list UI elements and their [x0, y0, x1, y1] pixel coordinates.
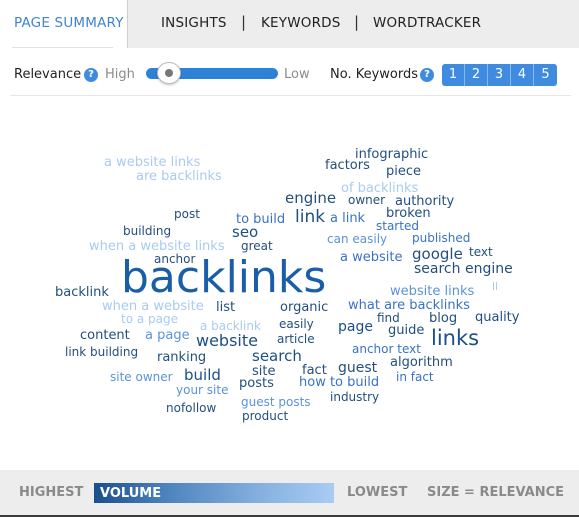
keywords-label: No. Keywords — [330, 67, 419, 82]
keyword-count-5-button[interactable]: 5 — [534, 64, 557, 86]
color-legend: HIGHEST VOLUME LOWEST SIZE = RELEVANCE — [0, 470, 579, 517]
cloud-word[interactable]: product — [242, 410, 288, 422]
cloud-word[interactable]: text — [469, 246, 493, 258]
tab-insights[interactable]: INSIGHTS — [161, 15, 227, 31]
cloud-word[interactable]: easily — [279, 318, 314, 330]
cloud-word[interactable]: can easily — [327, 233, 387, 245]
legend-size-note: SIZE = RELEVANCE — [427, 485, 565, 500]
cloud-word[interactable]: a page — [145, 329, 190, 342]
keyword-count-1-button[interactable]: 1 — [442, 64, 465, 86]
tab-wordtracker[interactable]: WORDTRACKER — [373, 15, 481, 31]
cloud-word[interactable]: guest posts — [241, 396, 311, 408]
cloud-word[interactable]: build — [184, 368, 221, 383]
cloud-word[interactable]: list — [216, 301, 235, 314]
keyword-count-4-button[interactable]: 4 — [511, 64, 534, 86]
keyword-count-3-button[interactable]: 3 — [488, 64, 511, 86]
cloud-word[interactable]: link — [295, 209, 325, 226]
cloud-word[interactable]: building — [123, 225, 171, 237]
cloud-word[interactable]: a link — [330, 212, 365, 225]
relevance-slider-handle[interactable] — [156, 62, 181, 84]
cloud-word[interactable]: anchor text — [352, 343, 421, 355]
cloud-word[interactable]: to a page — [121, 313, 178, 325]
cloud-word[interactable]: guest — [338, 361, 377, 375]
cloud-word[interactable]: organic — [280, 301, 328, 314]
controls-bar: Relevance ? High Low No. Keywords ? 1 2 … — [0, 48, 579, 96]
cloud-word[interactable]: how to build — [299, 376, 379, 389]
tab-separator: | — [241, 13, 247, 31]
high-label: High — [105, 67, 135, 82]
cloud-word[interactable]: published — [412, 232, 470, 244]
cloud-word[interactable]: great — [241, 240, 273, 252]
cloud-word[interactable]: site owner — [110, 371, 173, 383]
cloud-word[interactable]: ll — [492, 281, 498, 292]
cloud-word[interactable]: link building — [65, 346, 138, 358]
cloud-word[interactable]: links — [431, 328, 479, 349]
cloud-word[interactable]: google — [412, 247, 463, 262]
cloud-word[interactable]: seo — [232, 225, 258, 240]
cloud-word[interactable]: a website — [340, 251, 402, 264]
keyword-count-2-button[interactable]: 2 — [465, 64, 488, 86]
legend-lowest: LOWEST — [347, 485, 408, 500]
cloud-word[interactable]: quality — [475, 311, 519, 324]
cloud-word-main[interactable]: backlinks — [121, 256, 326, 300]
word-cloud: infographic a website links factors piec… — [0, 96, 579, 470]
relevance-help-icon[interactable]: ? — [84, 68, 98, 82]
volume-gradient-bar: VOLUME — [94, 483, 334, 503]
relevance-label: Relevance — [14, 67, 82, 82]
cloud-word[interactable]: website links — [390, 285, 474, 298]
legend-highest: HIGHEST — [19, 485, 84, 500]
cloud-word[interactable]: content — [80, 329, 130, 342]
cloud-word[interactable]: factors — [325, 159, 370, 172]
legend-volume: VOLUME — [100, 486, 162, 501]
cloud-word[interactable]: guide — [388, 324, 424, 337]
cloud-word[interactable]: ranking — [157, 351, 206, 364]
cloud-word[interactable]: post — [174, 208, 200, 220]
cloud-word[interactable]: in fact — [396, 371, 434, 383]
cloud-word[interactable]: a website links — [104, 156, 200, 169]
cloud-word[interactable]: your site — [176, 384, 228, 396]
keywords-help-icon[interactable]: ? — [420, 68, 434, 82]
cloud-word[interactable]: piece — [386, 165, 421, 178]
cloud-word[interactable]: owner — [348, 194, 385, 206]
cloud-word[interactable]: search — [252, 349, 302, 364]
cloud-word[interactable]: are backlinks — [136, 170, 222, 183]
cloud-word[interactable]: engine — [285, 191, 336, 206]
cloud-word[interactable]: nofollow — [166, 402, 216, 414]
cloud-word[interactable]: industry — [330, 391, 379, 403]
cloud-word[interactable]: backlink — [55, 286, 109, 299]
cloud-word[interactable]: website — [196, 333, 258, 349]
low-label: Low — [284, 67, 310, 82]
cloud-word[interactable]: page — [338, 320, 373, 334]
tab-bar: PAGE SUMMARY INSIGHTS | KEYWORDS | WORDT… — [0, 0, 579, 48]
cloud-word[interactable]: posts — [239, 377, 274, 390]
cloud-word[interactable]: algorithm — [390, 356, 453, 369]
cloud-word[interactable]: blog — [429, 312, 457, 325]
keyword-count-selector: 1 2 3 4 5 — [442, 64, 557, 86]
cloud-word[interactable]: search engine — [414, 262, 513, 276]
tab-page-summary[interactable]: PAGE SUMMARY — [14, 15, 124, 31]
cloud-word[interactable]: article — [277, 333, 315, 345]
tab-separator: | — [354, 13, 360, 31]
tab-keywords[interactable]: KEYWORDS — [261, 15, 341, 31]
